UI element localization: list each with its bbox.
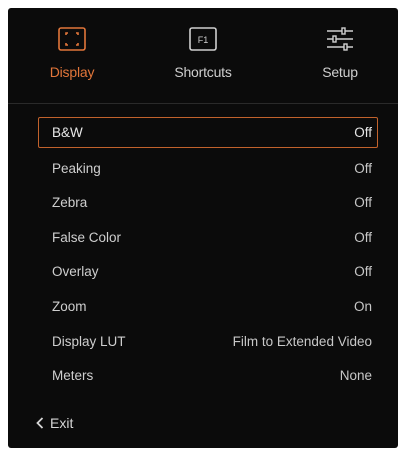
setting-label: Display LUT xyxy=(52,333,126,349)
setting-value: Off xyxy=(354,195,372,211)
setting-label: B&W xyxy=(52,125,83,140)
tab-divider xyxy=(8,103,398,104)
setting-value: Off xyxy=(354,229,372,245)
setting-meters[interactable]: Meters None xyxy=(38,359,378,394)
tab-bar: Display F1 Shortcuts Setup xyxy=(8,26,398,96)
settings-list: B&W Off Peaking Off Zebra Off False Colo… xyxy=(38,117,378,394)
menu-panel: Display F1 Shortcuts Setup B&W Off Peaki… xyxy=(8,8,398,448)
setting-label: False Color xyxy=(52,229,122,245)
setting-display-lut[interactable]: Display LUT Film to Extended Video xyxy=(38,325,378,360)
setting-label: Overlay xyxy=(52,264,99,280)
setting-value: Off xyxy=(354,160,372,176)
f1-key-text: F1 xyxy=(198,35,209,45)
setting-value: Off xyxy=(354,125,372,140)
setting-bw[interactable]: B&W Off xyxy=(38,117,378,148)
tab-display-label: Display xyxy=(49,64,95,80)
setting-false-color[interactable]: False Color Off xyxy=(38,221,378,256)
display-focus-icon xyxy=(58,27,86,51)
setting-overlay[interactable]: Overlay Off xyxy=(38,255,378,290)
tab-shortcuts[interactable]: F1 Shortcuts xyxy=(153,26,253,86)
tab-setup[interactable]: Setup xyxy=(290,26,390,86)
sliders-icon xyxy=(327,27,353,51)
exit-label: Exit xyxy=(50,415,74,431)
setting-value: Off xyxy=(354,264,372,280)
tab-setup-label: Setup xyxy=(322,64,358,80)
setting-label: Meters xyxy=(52,368,94,384)
setting-zebra[interactable]: Zebra Off xyxy=(38,186,378,221)
setting-label: Zebra xyxy=(52,195,88,211)
setting-peaking[interactable]: Peaking Off xyxy=(38,152,378,187)
f1-key-icon: F1 xyxy=(189,27,217,51)
tab-shortcuts-label: Shortcuts xyxy=(174,64,232,80)
tab-display[interactable]: Display xyxy=(22,26,122,86)
setting-value: Film to Extended Video xyxy=(232,333,372,349)
setting-zoom[interactable]: Zoom On xyxy=(38,290,378,325)
chevron-left-icon xyxy=(36,417,44,429)
setting-label: Peaking xyxy=(52,160,101,176)
setting-value: None xyxy=(339,368,372,384)
exit-button[interactable]: Exit xyxy=(36,413,73,433)
setting-value: On xyxy=(353,298,372,314)
setting-label: Zoom xyxy=(52,298,87,314)
